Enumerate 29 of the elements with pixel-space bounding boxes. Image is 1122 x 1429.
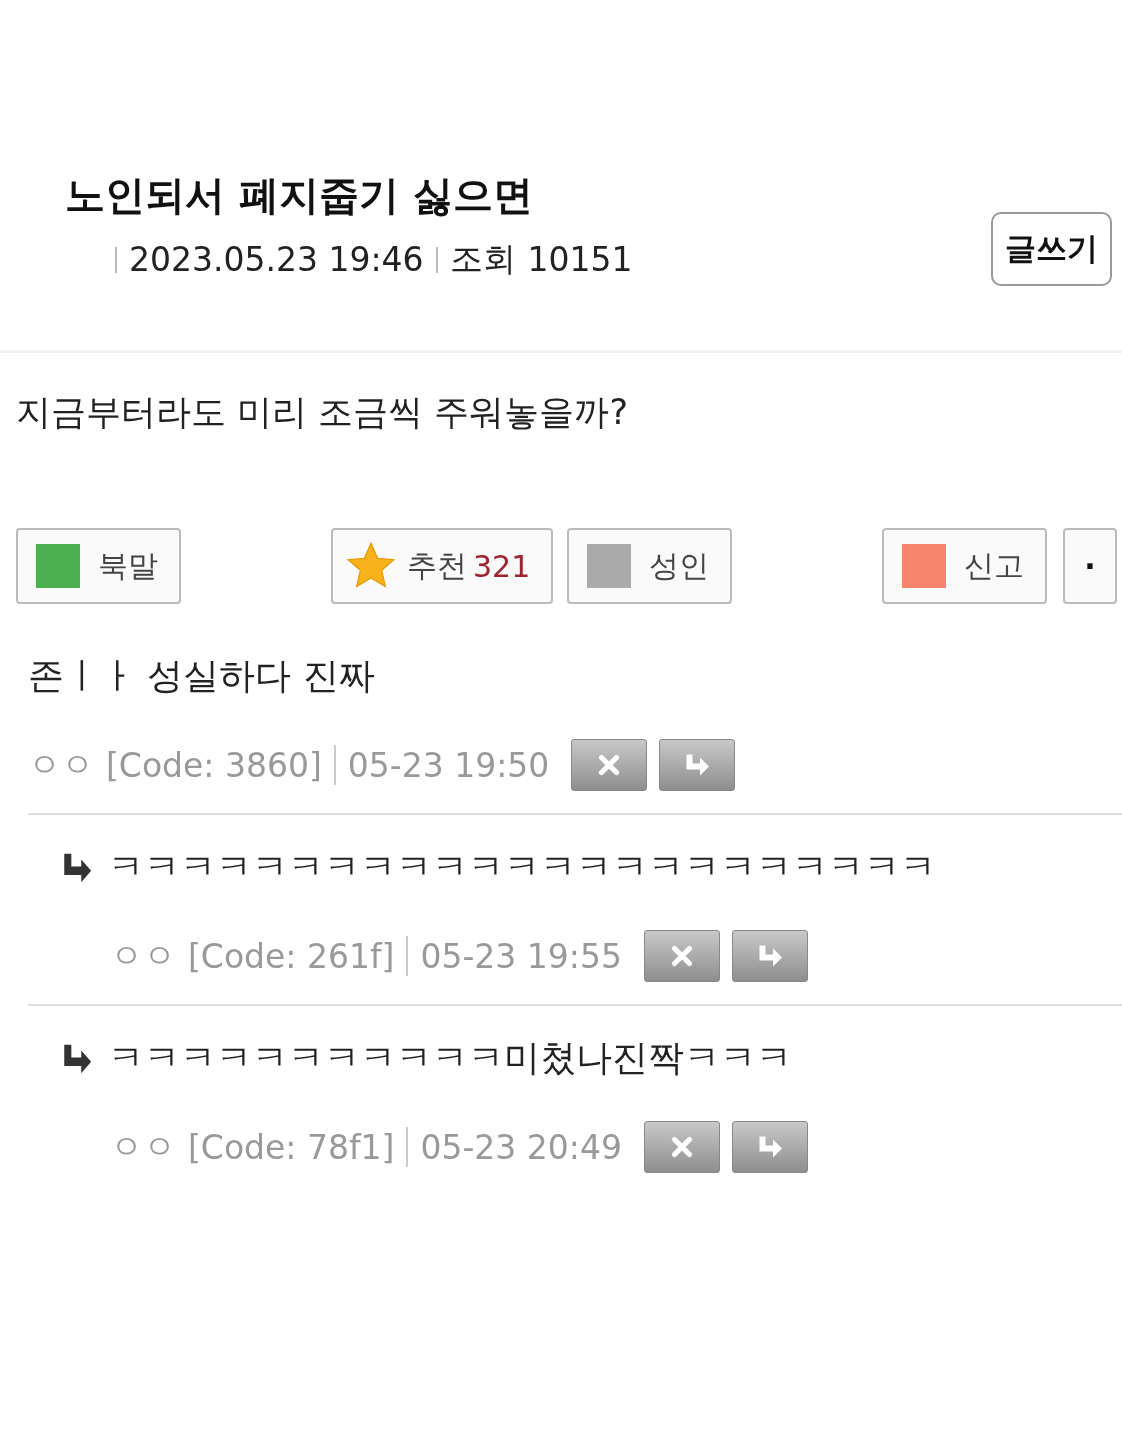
reply-button[interactable] xyxy=(731,930,808,982)
comment-code: [Code: 3860] xyxy=(106,745,322,785)
delete-button[interactable] xyxy=(643,930,720,982)
post-body: 지금부터라도 미리 조금씩 주워놓을까? xyxy=(16,391,629,434)
post-title: 노인되서 폐지줍기 싫으면 xyxy=(65,171,534,220)
write-button[interactable]: 글쓰기 xyxy=(991,212,1112,286)
action-button[interactable]: 신고 xyxy=(882,528,1047,604)
comment-text: ㅋㅋㅋㅋㅋㅋㅋㅋㅋㅋㅋㅋㅋㅋㅋㅋㅋㅋㅋㅋㅋㅋㅋ xyxy=(108,845,936,889)
action-button[interactable]: 북말 xyxy=(16,528,181,604)
comment-time: 05-23 20:49 xyxy=(420,1127,622,1167)
reply-button[interactable] xyxy=(731,1121,808,1173)
view-count: 10151 xyxy=(527,240,633,279)
recommend-button[interactable]: 추천 321 xyxy=(331,528,553,604)
more-button[interactable]: · xyxy=(1063,528,1117,604)
comment-time: 05-23 19:55 xyxy=(420,936,622,976)
comment-text: ㅋㅋㅋㅋㅋㅋㅋㅋㅋㅋㅋ미쳤나진짝ㅋㅋㅋ xyxy=(108,1036,792,1080)
comment-author: ㅇㅇ xyxy=(110,1125,176,1168)
reply-button[interactable] xyxy=(659,739,736,791)
comment-text: 존ㅣㅏ 성실하다 진짜 xyxy=(28,654,375,698)
post-date: 2023.05.23 19:46 xyxy=(129,240,424,279)
comment-time: 05-23 19:50 xyxy=(347,745,550,785)
action-button[interactable]: 성인 xyxy=(567,528,732,604)
comment-author: ㅇㅇ xyxy=(28,743,94,786)
delete-button[interactable] xyxy=(643,1121,720,1173)
comment-code: [Code: 261f] xyxy=(188,936,395,976)
delete-button[interactable] xyxy=(571,739,648,791)
comment-code: [Code: 78f1] xyxy=(188,1127,395,1167)
views-label: 조회 xyxy=(449,238,516,280)
comment-author: ㅇㅇ xyxy=(110,934,176,977)
